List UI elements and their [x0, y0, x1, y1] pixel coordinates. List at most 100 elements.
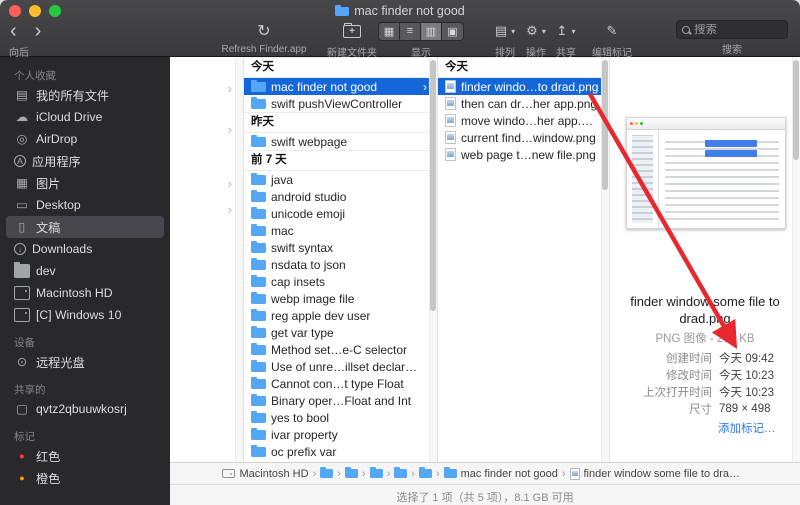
share-icon[interactable]: ↥ — [557, 23, 568, 39]
search-input[interactable] — [690, 23, 782, 36]
folder-icon — [251, 342, 266, 355]
sidebar-item-label: Downloads — [32, 242, 93, 256]
sidebar-item[interactable]: ▭ Desktop — [6, 194, 164, 216]
icon-view-button[interactable]: ▦ — [379, 22, 400, 40]
column-item[interactable]: Binary oper…Float and Int — [244, 392, 437, 409]
column-item[interactable]: get var type — [244, 324, 437, 341]
scrollbar-track — [792, 57, 800, 463]
scrollbar-track — [235, 57, 243, 463]
metadata-row: 修改时间 今天 10:23 — [610, 366, 800, 383]
column-item[interactable]: webp image file — [244, 290, 437, 307]
scrollbar-thumb[interactable] — [430, 60, 436, 312]
column-item-label: nsdata to json — [271, 257, 346, 272]
column-item[interactable]: move windo…her app.png — [438, 112, 609, 129]
sidebar-item-label: Desktop — [36, 198, 81, 212]
sidebar-item[interactable]: ◎ AirDrop — [6, 128, 164, 150]
column-item[interactable]: Cannot con…t type Float — [244, 375, 437, 392]
disk-icon — [14, 308, 30, 322]
sidebar-item[interactable]: [C] Windows 10 — [6, 304, 164, 326]
column-item[interactable]: nsdata to json — [244, 256, 437, 273]
sidebar-item[interactable]: Macintosh HD — [6, 282, 164, 304]
column-item[interactable]: mac finder not good › — [244, 78, 437, 95]
path-item[interactable]: › — [394, 467, 415, 480]
column-item-label: java — [271, 172, 294, 187]
metadata-value: 今天 09:42 — [719, 352, 774, 365]
sidebar-item[interactable]: ⊙ 远程光盘 — [6, 351, 164, 373]
column-item-label: finder windo…to drad.png — [461, 79, 599, 94]
image-icon — [445, 80, 456, 93]
column-item[interactable]: Use of unre…illset declar… — [244, 358, 437, 375]
add-tags-link[interactable]: 添加标记… — [718, 420, 776, 436]
sidebar-item[interactable]: ☁ iCloud Drive — [6, 106, 164, 128]
column-item[interactable]: java — [244, 171, 437, 188]
main-area: › › › › 今天 mac finder not good › swift p… — [170, 57, 800, 505]
back-button[interactable]: ‹ — [10, 21, 17, 41]
disk-icon — [222, 469, 236, 479]
thumbnail-selection — [705, 150, 757, 157]
column-item-label: Binary oper…Float and Int — [271, 393, 412, 408]
sidebar-item[interactable]: ▯ 文稿 — [6, 216, 164, 238]
gear-icon[interactable]: ⚙ — [526, 23, 538, 39]
path-item[interactable]: › — [369, 467, 391, 480]
coverflow-view-button[interactable]: ▣ — [442, 23, 463, 40]
list-view-button[interactable]: ≡ — [400, 22, 421, 40]
column-item[interactable]: unicode emoji — [244, 205, 437, 222]
sidebar-item[interactable]: A 应用程序 — [6, 150, 164, 172]
arrange-icon[interactable]: ▤ — [495, 23, 507, 39]
chevron-right-icon: › — [227, 176, 232, 191]
column-item[interactable]: swift pushViewController — [244, 95, 437, 112]
scrollbar-thumb[interactable] — [602, 60, 608, 190]
column-item[interactable]: android studio — [244, 188, 437, 205]
refresh-icon[interactable]: ↻ — [257, 21, 270, 41]
path-item[interactable]: › — [344, 467, 366, 480]
path-item[interactable]: Macintosh HD › — [222, 468, 316, 480]
column-item[interactable]: yes to bool — [244, 409, 437, 426]
column-item[interactable]: swift webpage — [244, 133, 437, 150]
folder-icon — [418, 467, 432, 479]
sidebar-item: 共享的 — [6, 382, 164, 396]
column-item[interactable]: mac — [244, 222, 437, 239]
column-item-label: 昨天 — [251, 116, 274, 128]
folder-icon — [251, 325, 266, 338]
sidebar-item[interactable]: ↓ Downloads — [6, 238, 164, 260]
column-item[interactable]: oc prefix var — [244, 443, 437, 460]
scrollbar-thumb[interactable] — [793, 60, 799, 160]
column-item[interactable]: ivar property — [244, 426, 437, 443]
preview-pane: finder window some file to drad.png PNG … — [610, 57, 800, 463]
path-separator: › — [561, 467, 566, 480]
tags-icon[interactable]: ✎ — [607, 23, 618, 39]
column-item[interactable]: swift syntax — [244, 239, 437, 256]
image-icon — [445, 114, 456, 127]
path-separator: › — [386, 467, 391, 480]
folder-icon — [251, 410, 266, 423]
path-item-label: Macintosh HD — [239, 467, 309, 480]
column-item[interactable]: web page t…new file.png — [438, 146, 609, 163]
path-separator: › — [411, 467, 415, 480]
column-item[interactable]: finder windo…to drad.png — [438, 78, 609, 95]
title-toolbar: mac finder not good ‹ › 向后 ↻ Refresh Fin… — [0, 0, 800, 59]
folder-icon — [251, 223, 266, 236]
sidebar-item[interactable]: dev — [6, 260, 164, 282]
column-view-button[interactable]: ▥ — [421, 22, 442, 40]
column-item[interactable]: Method set…e-C selector — [244, 341, 437, 358]
path-item[interactable]: finder window some file to drad.png — [569, 467, 748, 480]
sidebar-item-label: 文稿 — [36, 221, 61, 235]
column-item[interactable]: reg apple dev user — [244, 307, 437, 324]
sidebar-item[interactable]: ● 橙色 — [6, 467, 164, 489]
column-item[interactable]: then can dr…her app.png — [438, 95, 609, 112]
column-item[interactable]: cap insets — [244, 273, 437, 290]
column-item-label: current find…window.png — [461, 130, 596, 145]
path-item[interactable]: › — [418, 467, 440, 480]
column-item[interactable]: current find…window.png — [438, 129, 609, 146]
sidebar-item[interactable]: ▢ qvtz2qbuuwkosrj — [6, 398, 164, 420]
path-item[interactable]: mac finder not good › — [443, 467, 566, 480]
navigation-group: ‹ › 向后 — [6, 20, 58, 59]
sidebar-item[interactable]: ● 红色 — [6, 445, 164, 467]
sidebar-item[interactable]: ▤ 我的所有文件 — [6, 84, 164, 106]
sidebar-item[interactable]: ▦ 图片 — [6, 172, 164, 194]
search-field[interactable] — [676, 20, 788, 39]
path-item[interactable]: › — [320, 467, 341, 480]
new-folder-icon[interactable]: + — [343, 22, 361, 38]
forward-button[interactable]: › — [35, 21, 42, 41]
sidebar-item-label: 个人收藏 — [14, 69, 56, 82]
